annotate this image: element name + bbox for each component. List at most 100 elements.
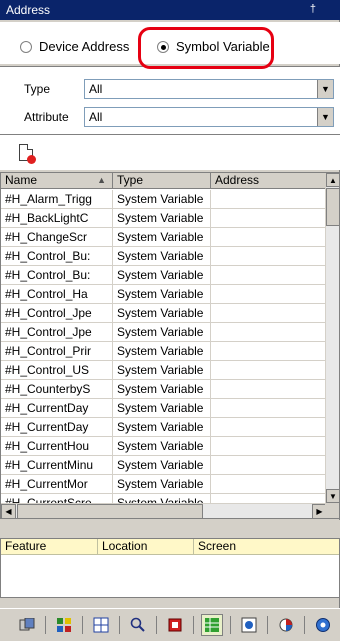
scrollbar-corner (325, 503, 339, 518)
cell-type: System Variable (113, 323, 211, 342)
cell-address (211, 209, 327, 228)
address-panel: Address † Device Address Symbol Variable… (0, 0, 340, 641)
cell-address (211, 247, 327, 266)
type-dropdown[interactable]: All ▼ (84, 79, 334, 99)
toolbar-separator (119, 616, 120, 634)
table-row[interactable]: #H_Control_Bu: System Variable (1, 247, 327, 266)
table-row[interactable]: #H_Control_US System Variable (1, 361, 327, 380)
pane-splitter[interactable] (0, 520, 340, 538)
cell-name: #H_Control_Bu: (1, 247, 113, 266)
search-icon[interactable] (127, 614, 149, 636)
toolbar-separator (82, 616, 83, 634)
cell-name: #H_CurrentHou (1, 437, 113, 456)
table-row[interactable]: #H_Control_Ha System Variable (1, 285, 327, 304)
cross-reference-table: Feature Location Screen (0, 538, 340, 598)
cell-address (211, 228, 327, 247)
attribute-dropdown[interactable]: All ▼ (84, 107, 334, 127)
cell-address (211, 190, 327, 209)
scroll-thumb-horizontal[interactable] (17, 504, 203, 518)
cell-type: System Variable (113, 475, 211, 494)
column-header-screen[interactable]: Screen (194, 539, 339, 555)
column-header-feature[interactable]: Feature (1, 539, 98, 555)
symbol-table: Name ▲ Type Address #H_Alarm_Trigg System… (0, 172, 340, 519)
table-row[interactable]: #H_Control_Bu: System Variable (1, 266, 327, 285)
chevron-down-icon[interactable]: ▼ (317, 108, 333, 126)
chevron-down-icon[interactable]: ▼ (317, 80, 333, 98)
cell-address (211, 399, 327, 418)
horizontal-scrollbar[interactable]: ◀ ▶ (1, 503, 327, 518)
table-row[interactable]: #H_Control_Jpe System Variable (1, 323, 327, 342)
cell-type: System Variable (113, 304, 211, 323)
table-header: Name ▲ Type Address (1, 173, 327, 189)
cell-address (211, 456, 327, 475)
resources-icon[interactable] (275, 614, 297, 636)
address-icon[interactable] (201, 614, 223, 636)
cell-address (211, 304, 327, 323)
column-header-location[interactable]: Location (98, 539, 194, 555)
column-header-address[interactable]: Address (211, 173, 327, 189)
table-row[interactable]: #H_CurrentDay System Variable (1, 418, 327, 437)
table-row[interactable]: #H_Alarm_Trigg System Variable (1, 190, 327, 209)
toolbar-separator (193, 616, 194, 634)
vertical-scrollbar[interactable]: ▲ ▼ (325, 173, 339, 503)
parts-icon[interactable] (53, 614, 75, 636)
table-toolbar (0, 134, 340, 170)
window-icon[interactable] (90, 614, 112, 636)
cell-name: #H_Control_Jpe (1, 304, 113, 323)
toolbar-separator (304, 616, 305, 634)
cross-reference-icon[interactable] (238, 614, 260, 636)
toolbar-separator (230, 616, 231, 634)
toolbar-separator (45, 616, 46, 634)
table-row[interactable]: #H_BackLightC System Variable (1, 209, 327, 228)
cell-type: System Variable (113, 247, 211, 266)
cell-type: System Variable (113, 285, 211, 304)
cell-address (211, 418, 327, 437)
cell-type: System Variable (113, 456, 211, 475)
cell-name: #H_Control_Prir (1, 342, 113, 361)
cell-address (211, 475, 327, 494)
cell-type: System Variable (113, 399, 211, 418)
attribute-filter-row: Attribute All ▼ (0, 106, 340, 128)
cell-type: System Variable (113, 209, 211, 228)
cell-type: System Variable (113, 361, 211, 380)
cell-name: #H_ChangeScr (1, 228, 113, 247)
table-row[interactable]: #H_ChangeScr System Variable (1, 228, 327, 247)
column-header-name[interactable]: Name ▲ (1, 173, 113, 189)
new-symbol-icon[interactable] (19, 144, 36, 164)
radio-dot-icon (20, 40, 32, 53)
table-row[interactable]: #H_CurrentMinu System Variable (1, 456, 327, 475)
scroll-left-icon[interactable]: ◀ (1, 504, 16, 518)
cell-type: System Variable (113, 190, 211, 209)
cross-reference-header: Feature Location Screen (1, 539, 339, 555)
cell-name: #H_CurrentDay (1, 399, 113, 418)
pin-icon[interactable]: † (310, 3, 316, 15)
panel-title: Address (6, 3, 51, 17)
scroll-up-icon[interactable]: ▲ (326, 173, 339, 187)
table-row[interactable]: #H_CounterbyS System Variable (1, 380, 327, 399)
cell-type: System Variable (113, 342, 211, 361)
filter-section: Type All ▼ Attribute All ▼ (0, 66, 340, 134)
bottom-toolbar (0, 608, 340, 641)
cell-address (211, 380, 327, 399)
table-row[interactable]: #H_Control_Prir System Variable (1, 342, 327, 361)
cell-address (211, 323, 327, 342)
table-row[interactable]: #H_CurrentDay System Variable (1, 399, 327, 418)
info-icon[interactable] (312, 614, 334, 636)
table-row[interactable]: #H_CurrentMor System Variable (1, 475, 327, 494)
cell-name: #H_CurrentDay (1, 418, 113, 437)
toolbar-separator (156, 616, 157, 634)
screen-list-icon[interactable] (16, 614, 38, 636)
cell-address (211, 361, 327, 380)
cell-address (211, 342, 327, 361)
alarm-icon[interactable] (164, 614, 186, 636)
cell-type: System Variable (113, 418, 211, 437)
scroll-thumb[interactable] (326, 188, 339, 226)
table-row[interactable]: #H_Control_Jpe System Variable (1, 304, 327, 323)
cell-type: System Variable (113, 437, 211, 456)
selection-highlight-ring (138, 27, 274, 69)
table-row[interactable]: #H_CurrentHou System Variable (1, 437, 327, 456)
scroll-down-icon[interactable]: ▼ (326, 489, 339, 503)
column-header-type[interactable]: Type (113, 173, 211, 189)
cell-address (211, 285, 327, 304)
device-address-radio[interactable]: Device Address (20, 39, 143, 54)
